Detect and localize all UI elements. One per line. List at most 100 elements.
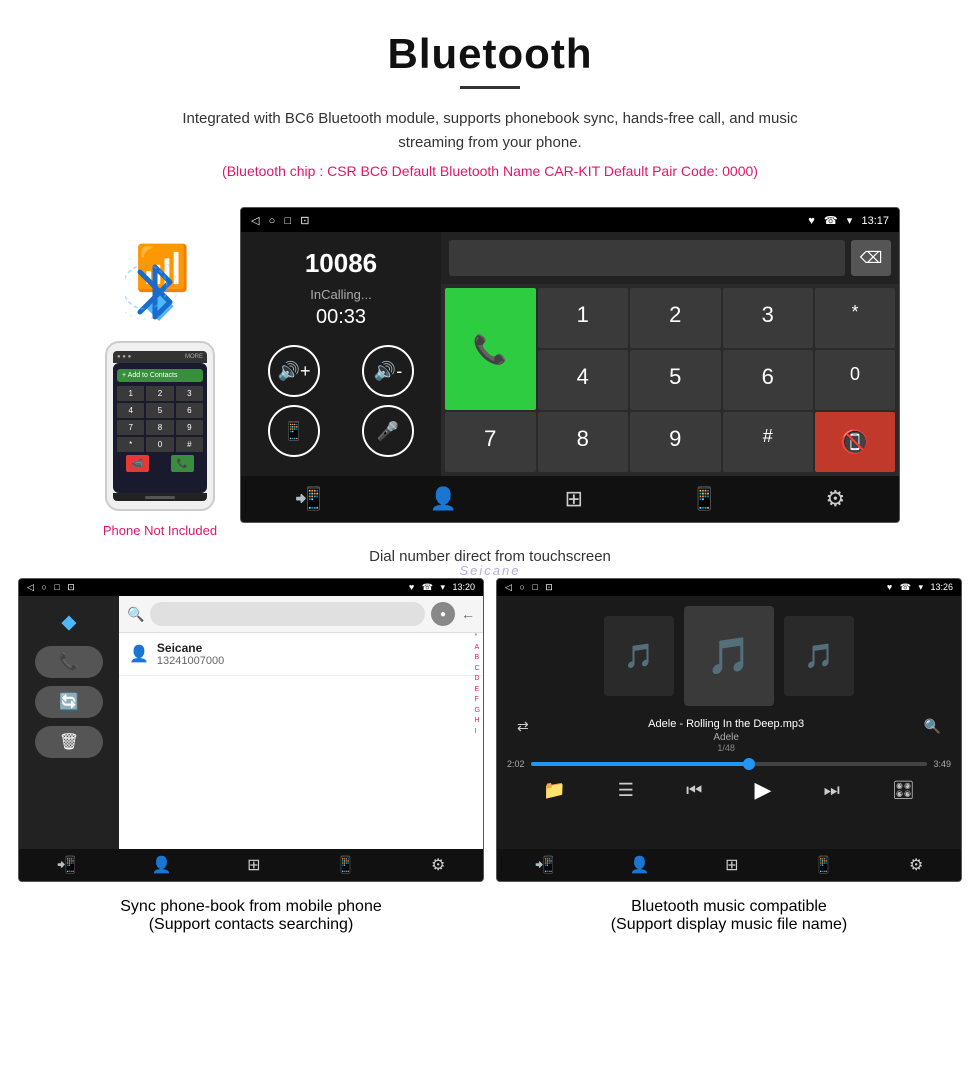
sync-sidebar-button[interactable]: 🔄 (35, 686, 103, 718)
caller-number: 10086 (305, 248, 377, 279)
pb-contact-name: Seicane (157, 641, 224, 655)
equalizer-icon[interactable]: 🎛 (892, 780, 915, 801)
caller-panel: 10086 InCalling... 00:33 🔊+ 🔊- 📱 🎤 (241, 232, 441, 476)
bluetooth-nav-icon[interactable]: ⬥ (35, 606, 103, 638)
folder-icon[interactable]: 📁 (543, 780, 565, 801)
music-track-num: 1/48 (648, 743, 804, 753)
music-nav-contacts-icon[interactable]: 👤 (630, 855, 650, 875)
numpad-key-8[interactable]: 8 (538, 412, 629, 472)
numpad-key-7[interactable]: 7 (445, 412, 536, 472)
phonebook-caption-line1: Sync phone-book from mobile phone (18, 898, 484, 916)
music-nav-settings-icon[interactable]: ⚙ (909, 855, 923, 875)
music-statusbar: ◁ ○ □ ⊡ ♥ ☎ ▾ 13:26 (497, 579, 961, 596)
music-body: 🎵 🎵 🎵 ⇄ (497, 596, 961, 849)
transfer-button[interactable]: 📱 (268, 405, 320, 457)
main-screenshot-row: 📶 ⬥ ● ● ● MORE + Add to Contacts 1 (0, 207, 980, 538)
numpad-key-9[interactable]: 9 (630, 412, 721, 472)
page-description: Integrated with BC6 Bluetooth module, su… (150, 107, 830, 155)
numpad-key-4[interactable]: 4 (538, 350, 629, 410)
pb-nav-settings-icon[interactable]: ⚙ (431, 855, 445, 875)
bottom-captions: Sync phone-book from mobile phone (Suppo… (0, 898, 980, 934)
nav-call-transfer-icon[interactable]: 📲 (295, 486, 322, 512)
music-controls-row: 📁 ☰ ⏮ ▶ ⏭ 🎛 (507, 777, 951, 803)
album-art-main: 🎵 (684, 606, 774, 706)
dial-navbar: 📲 👤 ⊞ 📱 ⚙ (241, 476, 899, 522)
music-navbar: 📲 👤 ⊞ 📱 ⚙ (497, 849, 961, 881)
music-progress-bar[interactable] (531, 762, 928, 766)
pb-back-arrow[interactable]: ← (461, 606, 475, 622)
shuffle-icon[interactable]: ⇄ (517, 718, 529, 753)
numpad-key-0[interactable]: 0 (815, 350, 895, 410)
page-specs: (Bluetooth chip : CSR BC6 Default Blueto… (20, 163, 960, 179)
volume-down-button[interactable]: 🔊- (362, 345, 414, 397)
music-caption: Bluetooth music compatible (Support disp… (496, 898, 962, 934)
music-artist: Adele (648, 732, 804, 743)
music-progress-dot (743, 758, 755, 770)
pb-nav-contacts-icon[interactable]: 👤 (152, 855, 172, 875)
numpad-backspace-button[interactable]: ⌫ (851, 240, 891, 276)
pb-statusbar: ◁ ○ □ ⊡ ♥ ☎ ▾ 13:20 (19, 579, 483, 596)
playlist-icon[interactable]: ☰ (618, 780, 634, 801)
pb-alphabet-index: *ABCDEFGHI (475, 632, 480, 737)
page-wrapper: Bluetooth Integrated with BC6 Bluetooth … (0, 0, 980, 934)
play-pause-button[interactable]: ▶ (754, 777, 771, 803)
call-end-button[interactable]: 📵 (815, 412, 895, 472)
music-nav-dialpad-icon[interactable]: ⊞ (725, 855, 738, 875)
music-caption-line2: (Support display music file name) (496, 916, 962, 934)
statusbar-right-icons: ♥ ☎ ▾ ♥ ☏ ▾ 13:1713:17 (808, 214, 889, 227)
numpad-input-row: ⌫ (441, 232, 899, 284)
pb-contact-number: 13241007000 (157, 655, 224, 667)
music-nav-call-icon[interactable]: 📲 (535, 855, 555, 875)
pb-sidebar: ⬥ 📞 🔄 🗑 (19, 596, 119, 849)
phonebook-caption-line2: (Support contacts searching) (18, 916, 484, 934)
pb-contact-info: Seicane 13241007000 (157, 641, 224, 667)
numpad-key-hash[interactable]: # (723, 412, 814, 472)
pb-nav-call-icon[interactable]: 📲 (57, 855, 77, 875)
numpad-key-1[interactable]: 1 (538, 288, 629, 348)
contact-person-icon: 👤 (129, 644, 149, 664)
dial-content: 10086 InCalling... 00:33 🔊+ 🔊- 📱 🎤 ⌫ (241, 232, 899, 476)
pb-navbar: 📲 👤 ⊞ 📱 ⚙ (19, 849, 483, 881)
call-sidebar-button[interactable]: 📞 (35, 646, 103, 678)
music-wrap: ◁ ○ □ ⊡ ♥ ☎ ▾ 13:26 🎵 🎵 (496, 578, 962, 882)
nav-dialpad-icon[interactable]: ⊞ (565, 486, 583, 512)
pb-contact-row[interactable]: 👤 Seicane 13241007000 (119, 633, 483, 676)
pb-contacts-list: 🔍 ● ← 👤 Seicane 13241007000 (119, 596, 483, 849)
album-art-right: 🎵 (784, 616, 854, 696)
phonebook-screen: ◁ ○ □ ⊡ ♥ ☎ ▾ 13:20 ⬥ 📞 🔄 🗑 (18, 578, 484, 882)
phone-not-included-label: Phone Not Included (103, 523, 217, 538)
page-title: Bluetooth (20, 30, 960, 78)
numpad-key-3[interactable]: 3 (723, 288, 814, 348)
call-answer-button[interactable]: 📞 (445, 288, 536, 410)
next-track-icon[interactable]: ⏭ (824, 780, 840, 801)
delete-sidebar-button[interactable]: 🗑 (35, 726, 103, 758)
prev-track-icon[interactable]: ⏮ (686, 780, 702, 801)
music-progress-fill (531, 762, 749, 766)
numpad-input-box[interactable] (449, 240, 845, 276)
music-progress-row: 2:02 3:49 (507, 759, 951, 769)
mic-button[interactable]: 🎤 (362, 405, 414, 457)
dial-android-screen: ◁ ○ □ ⊡ ♥ ☎ ▾ ♥ ☏ ▾ 13:1713:17 10086 InC… (240, 207, 900, 523)
pb-nav-phone-icon[interactable]: 📱 (336, 855, 356, 875)
album-art-left: 🎵 (604, 616, 674, 696)
call-buttons: 🔊+ 🔊- 📱 🎤 (251, 345, 431, 457)
numpad-key-6[interactable]: 6 (723, 350, 814, 410)
music-time-total: 3:49 (933, 759, 951, 769)
volume-up-button[interactable]: 🔊+ (268, 345, 320, 397)
dial-statusbar: ◁ ○ □ ⊡ ♥ ☎ ▾ ♥ ☏ ▾ 13:1713:17 (241, 208, 899, 232)
nav-contacts-icon[interactable]: 👤 (430, 486, 457, 512)
music-search-icon[interactable]: 🔍 (924, 718, 941, 753)
numpad-key-5[interactable]: 5 (630, 350, 721, 410)
nav-phone-menu-icon[interactable]: 📱 (691, 486, 718, 512)
nav-settings-icon[interactable]: ⚙ (825, 486, 845, 512)
pb-search-bar[interactable] (150, 602, 425, 626)
music-nav-phone-icon[interactable]: 📱 (814, 855, 834, 875)
pb-statusbar-left: ◁ ○ □ ⊡ (27, 582, 75, 593)
pb-nav-dialpad-icon[interactable]: ⊞ (247, 855, 260, 875)
numpad-key-star[interactable]: * (815, 288, 895, 348)
numpad-panel: ⌫ 1 2 3 * 📞 4 5 6 0 (441, 232, 899, 476)
numpad-key-2[interactable]: 2 (630, 288, 721, 348)
pb-search-icon: 🔍 (127, 606, 144, 623)
calling-status: InCalling... (310, 287, 371, 302)
music-screen: ◁ ○ □ ⊡ ♥ ☎ ▾ 13:26 🎵 🎵 (496, 578, 962, 882)
